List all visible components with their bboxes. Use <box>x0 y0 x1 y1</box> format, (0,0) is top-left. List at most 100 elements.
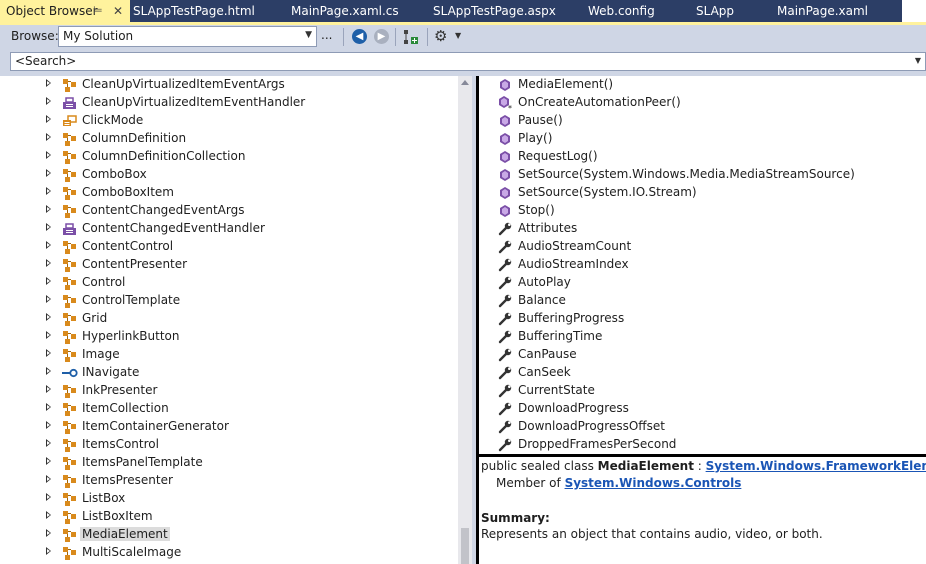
member-item[interactable]: CurrentState <box>479 382 926 400</box>
member-item[interactable]: DroppedFramesPerSecond <box>479 436 926 454</box>
expand-arrow-icon[interactable] <box>46 241 51 249</box>
expand-arrow-icon[interactable] <box>46 133 51 141</box>
chevron-down-icon[interactable]: ▼ <box>915 56 921 65</box>
tree-item[interactable]: ContentControl <box>0 238 458 256</box>
tree-item[interactable]: ContentChangedEventHandler <box>0 220 458 238</box>
tree-item[interactable]: ItemsPresenter <box>0 472 458 490</box>
member-item[interactable]: Pause() <box>479 112 926 130</box>
chevron-down-icon[interactable]: ▼ <box>455 31 461 40</box>
member-item[interactable]: RequestLog() <box>479 148 926 166</box>
expand-arrow-icon[interactable] <box>46 277 51 285</box>
objects-pane-scrollbar[interactable] <box>458 76 472 564</box>
expand-arrow-icon[interactable] <box>46 187 51 195</box>
expand-arrow-icon[interactable] <box>46 331 51 339</box>
pin-icon[interactable]: ⊨ <box>93 0 103 22</box>
tree-item[interactable]: ComboBox <box>0 166 458 184</box>
tree-item[interactable]: ContentChangedEventArgs <box>0 202 458 220</box>
close-icon[interactable]: ✕ <box>113 0 123 22</box>
member-item[interactable]: Attributes <box>479 220 926 238</box>
expand-arrow-icon[interactable] <box>46 385 51 393</box>
member-item[interactable]: Balance <box>479 292 926 310</box>
tree-item[interactable]: ItemsControl <box>0 436 458 454</box>
expand-arrow-icon[interactable] <box>46 547 51 555</box>
member-item[interactable]: CanSeek <box>479 364 926 382</box>
expand-arrow-icon[interactable] <box>46 349 51 357</box>
member-item[interactable]: SetSource(System.IO.Stream) <box>479 184 926 202</box>
expand-arrow-icon[interactable] <box>46 457 51 465</box>
member-item[interactable]: DownloadProgress <box>479 400 926 418</box>
tree-item[interactable]: ControlTemplate <box>0 292 458 310</box>
tab-mainpage-xaml-cs[interactable]: MainPage.xaml.cs <box>291 0 399 22</box>
edit-custom-component-set-button[interactable]: ... <box>321 28 335 44</box>
expand-arrow-icon[interactable] <box>46 475 51 483</box>
add-to-references-icon[interactable] <box>402 28 420 46</box>
gear-icon[interactable]: ⚙ <box>434 27 447 45</box>
tab-web-config[interactable]: Web.config <box>588 0 655 22</box>
member-item[interactable]: Play() <box>479 130 926 148</box>
expand-arrow-icon[interactable] <box>46 223 51 231</box>
tree-item[interactable]: ContentPresenter <box>0 256 458 274</box>
expand-arrow-icon[interactable] <box>46 79 51 87</box>
tree-item[interactable]: CleanUpVirtualizedItemEventHandler <box>0 94 458 112</box>
tree-item[interactable]: ColumnDefinition <box>0 130 458 148</box>
tree-item[interactable]: Control <box>0 274 458 292</box>
member-item[interactable]: MediaElement() <box>479 76 926 94</box>
expand-arrow-icon[interactable] <box>46 367 51 375</box>
base-class-link[interactable]: System.Windows.FrameworkElement <box>706 459 926 473</box>
tree-item[interactable]: Grid <box>0 310 458 328</box>
expand-arrow-icon[interactable] <box>46 439 51 447</box>
member-item[interactable]: * OnCreateAutomationPeer() <box>479 94 926 113</box>
expand-arrow-icon[interactable] <box>46 403 51 411</box>
member-item[interactable]: SetSource(System.Windows.Media.MediaStre… <box>479 166 926 184</box>
namespace-link[interactable]: System.Windows.Controls <box>565 476 742 490</box>
tab-slapptestpage-aspx[interactable]: SLAppTestPage.aspx <box>433 0 556 22</box>
tree-item[interactable]: ListBoxItem <box>0 508 458 526</box>
browse-scope-dropdown[interactable]: My Solution ▼ <box>58 26 317 47</box>
expand-arrow-icon[interactable] <box>46 313 51 321</box>
chevron-down-icon[interactable]: ▼ <box>305 30 312 40</box>
member-item[interactable]: BufferingTime <box>479 328 926 346</box>
tab-slapp[interactable]: SLApp <box>696 0 734 22</box>
expand-arrow-icon[interactable] <box>46 169 51 177</box>
expand-arrow-icon[interactable] <box>46 205 51 213</box>
tree-item[interactable]: ItemContainerGenerator <box>0 418 458 436</box>
expand-arrow-icon[interactable] <box>46 97 51 105</box>
tree-item[interactable]: InkPresenter <box>0 382 458 400</box>
tree-item[interactable]: ItemCollection <box>0 400 458 418</box>
member-item[interactable]: AudioStreamCount <box>479 238 926 256</box>
tab-label: MainPage.xaml.cs <box>291 4 399 18</box>
tree-item[interactable]: ComboBoxItem <box>0 184 458 202</box>
expand-arrow-icon[interactable] <box>46 115 51 123</box>
tree-item[interactable]: MultiScaleImage <box>0 544 458 562</box>
expand-arrow-icon[interactable] <box>46 493 51 501</box>
tree-item[interactable]: MediaElement <box>0 526 458 544</box>
member-item[interactable]: BufferingProgress <box>479 310 926 328</box>
expand-arrow-icon[interactable] <box>46 151 51 159</box>
tree-item[interactable]: INavigate <box>0 364 458 382</box>
member-item[interactable]: DownloadProgressOffset <box>479 418 926 436</box>
back-arrow-icon[interactable]: ◀ <box>352 29 367 44</box>
search-input[interactable]: <Search> ▼ <box>10 52 926 71</box>
forward-arrow-icon[interactable]: ▶ <box>374 29 389 44</box>
tree-item[interactable]: ListBox <box>0 490 458 508</box>
expand-arrow-icon[interactable] <box>46 295 51 303</box>
scroll-up-icon[interactable] <box>461 80 469 85</box>
tree-item[interactable]: ItemsPanelTemplate <box>0 454 458 472</box>
tab-slapptestpage-html[interactable]: SLAppTestPage.html <box>133 0 255 22</box>
tree-item[interactable]: ClickMode <box>0 112 458 130</box>
member-item[interactable]: AutoPlay <box>479 274 926 292</box>
scrollbar-thumb[interactable] <box>461 528 469 564</box>
tree-item[interactable]: HyperlinkButton <box>0 328 458 346</box>
tab-mainpage-xaml[interactable]: MainPage.xaml <box>777 0 868 22</box>
expand-arrow-icon[interactable] <box>46 511 51 519</box>
expand-arrow-icon[interactable] <box>46 529 51 537</box>
tree-item[interactable]: CleanUpVirtualizedItemEventArgs <box>0 76 458 94</box>
tab-object-browser[interactable]: Object Browser ⊨ ✕ <box>0 0 130 22</box>
expand-arrow-icon[interactable] <box>46 259 51 267</box>
tree-item[interactable]: ColumnDefinitionCollection <box>0 148 458 166</box>
member-item[interactable]: CanPause <box>479 346 926 364</box>
tree-item[interactable]: Image <box>0 346 458 364</box>
member-item[interactable]: Stop() <box>479 202 926 220</box>
expand-arrow-icon[interactable] <box>46 421 51 429</box>
member-item[interactable]: AudioStreamIndex <box>479 256 926 274</box>
